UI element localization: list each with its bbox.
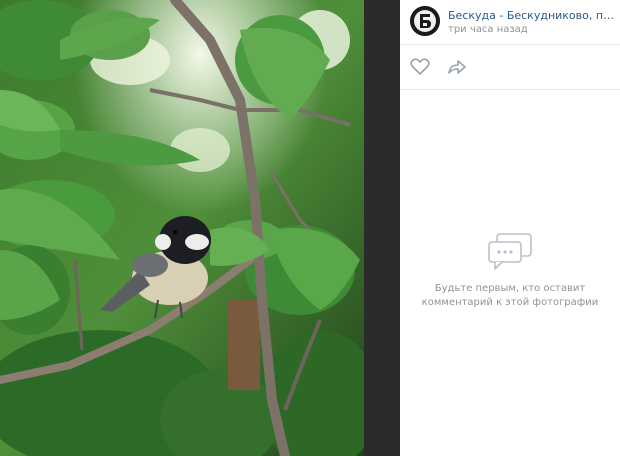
post-header: Бескуда - Бескудниково, прививай... три … — [400, 0, 620, 45]
viewer-gap — [364, 0, 400, 456]
community-logo-icon — [410, 6, 440, 36]
like-button[interactable] — [410, 58, 430, 76]
post-author-link[interactable]: Бескуда - Бескудниково, прививай... — [448, 9, 616, 22]
post-actions — [400, 45, 620, 90]
post-time[interactable]: три часа назад — [448, 24, 528, 35]
share-arrow-icon — [448, 60, 466, 74]
photo-image[interactable] — [0, 0, 364, 456]
heart-icon — [410, 58, 430, 75]
comments-empty-state: Будьте первым, кто оставит комментарий к… — [400, 232, 620, 310]
comments-empty-text: Будьте первым, кто оставит комментарий к… — [421, 283, 599, 308]
share-button[interactable] — [447, 58, 467, 76]
avatar[interactable] — [410, 6, 440, 36]
photo-viewer[interactable] — [0, 0, 364, 456]
speech-bubble-icon — [488, 233, 532, 270]
photo-sidebar: Бескуда - Бескудниково, прививай... три … — [400, 0, 620, 456]
